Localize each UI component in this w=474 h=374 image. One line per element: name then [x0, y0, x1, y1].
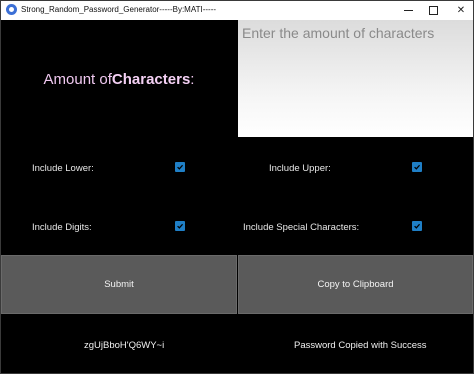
amount-label-prefix: Amount of: [43, 70, 112, 88]
amount-input[interactable]: Enter the amount of characters: [238, 20, 473, 137]
include-lower-label: Include Lower:: [32, 163, 94, 174]
include-digits-checkbox[interactable]: [175, 221, 185, 231]
amount-input-placeholder: Enter the amount of characters: [242, 25, 435, 41]
include-lower-checkbox[interactable]: [175, 162, 185, 172]
copy-status-message: Password Copied with Success: [294, 340, 427, 351]
window-title: Strong_Random_Password_Generator-----By:…: [21, 5, 217, 14]
checkmark-icon: [177, 223, 184, 229]
main-content: Amount of Characters: Enter the amount o…: [1, 20, 473, 373]
include-upper-label: Include Upper:: [269, 163, 331, 174]
close-icon: ✕: [456, 5, 466, 16]
submit-button[interactable]: Submit: [1, 255, 237, 314]
checkmark-icon: [414, 223, 421, 229]
amount-label: Amount of Characters:: [1, 20, 237, 138]
include-digits-label: Include Digits:: [32, 222, 92, 233]
checkmark-icon: [414, 164, 421, 170]
close-button[interactable]: ✕: [439, 1, 473, 20]
include-special-checkbox[interactable]: [412, 221, 422, 231]
include-special-label: Include Special Characters:: [243, 222, 360, 233]
amount-label-bold: Characters: [111, 70, 191, 88]
generated-password: zgUjBboH'Q6WY~i: [84, 340, 165, 351]
app-icon: [6, 4, 17, 15]
title-bar[interactable]: Strong_Random_Password_Generator-----By:…: [1, 1, 473, 20]
checkmark-icon: [177, 164, 184, 170]
maximize-icon: [428, 6, 438, 15]
app-window: Strong_Random_Password_Generator-----By:…: [0, 0, 474, 374]
amount-label-suffix: :: [190, 70, 195, 88]
include-upper-checkbox[interactable]: [412, 162, 422, 172]
copy-to-clipboard-button[interactable]: Copy to Clipboard: [238, 255, 473, 314]
